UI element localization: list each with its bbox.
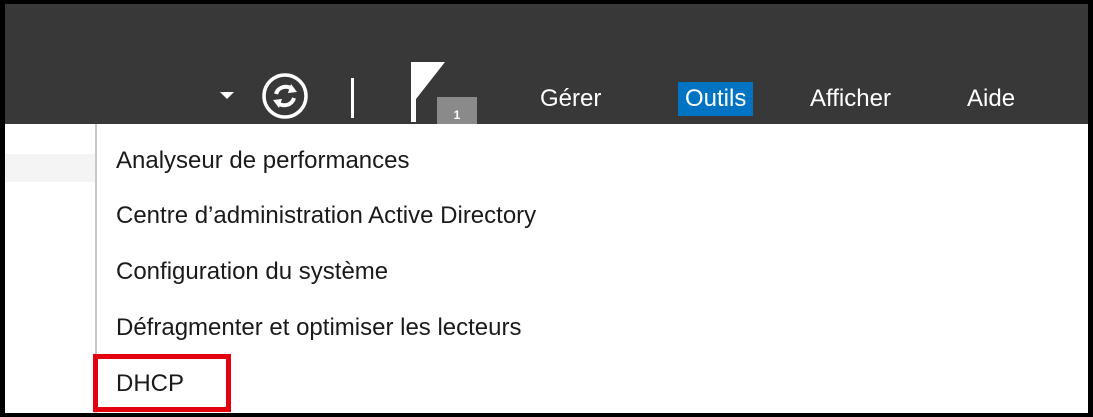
title-bar: 1 Gérer Outils Afficher Aide [5, 4, 1088, 124]
tools-item-configuration-systeme[interactable]: Configuration du système [116, 252, 388, 292]
menu-bar: Gérer Outils Afficher Aide [5, 82, 1088, 116]
menu-outils[interactable]: Outils [678, 82, 754, 116]
menu-afficher[interactable]: Afficher [803, 82, 898, 116]
highlight-box [93, 354, 231, 412]
background-shade [5, 154, 95, 182]
background-area [5, 124, 95, 413]
tools-item-defragmenter[interactable]: Défragmenter et optimiser les lecteurs [116, 308, 522, 348]
menu-aide[interactable]: Aide [960, 82, 1022, 116]
menu-gerer[interactable]: Gérer [533, 82, 608, 116]
tools-item-centre-admin-ad[interactable]: Centre d’administration Active Directory [116, 196, 536, 236]
window-frame: 1 Gérer Outils Afficher Aide Analyseur d… [0, 0, 1093, 417]
tools-item-analyseur-performances[interactable]: Analyseur de performances [116, 141, 409, 181]
